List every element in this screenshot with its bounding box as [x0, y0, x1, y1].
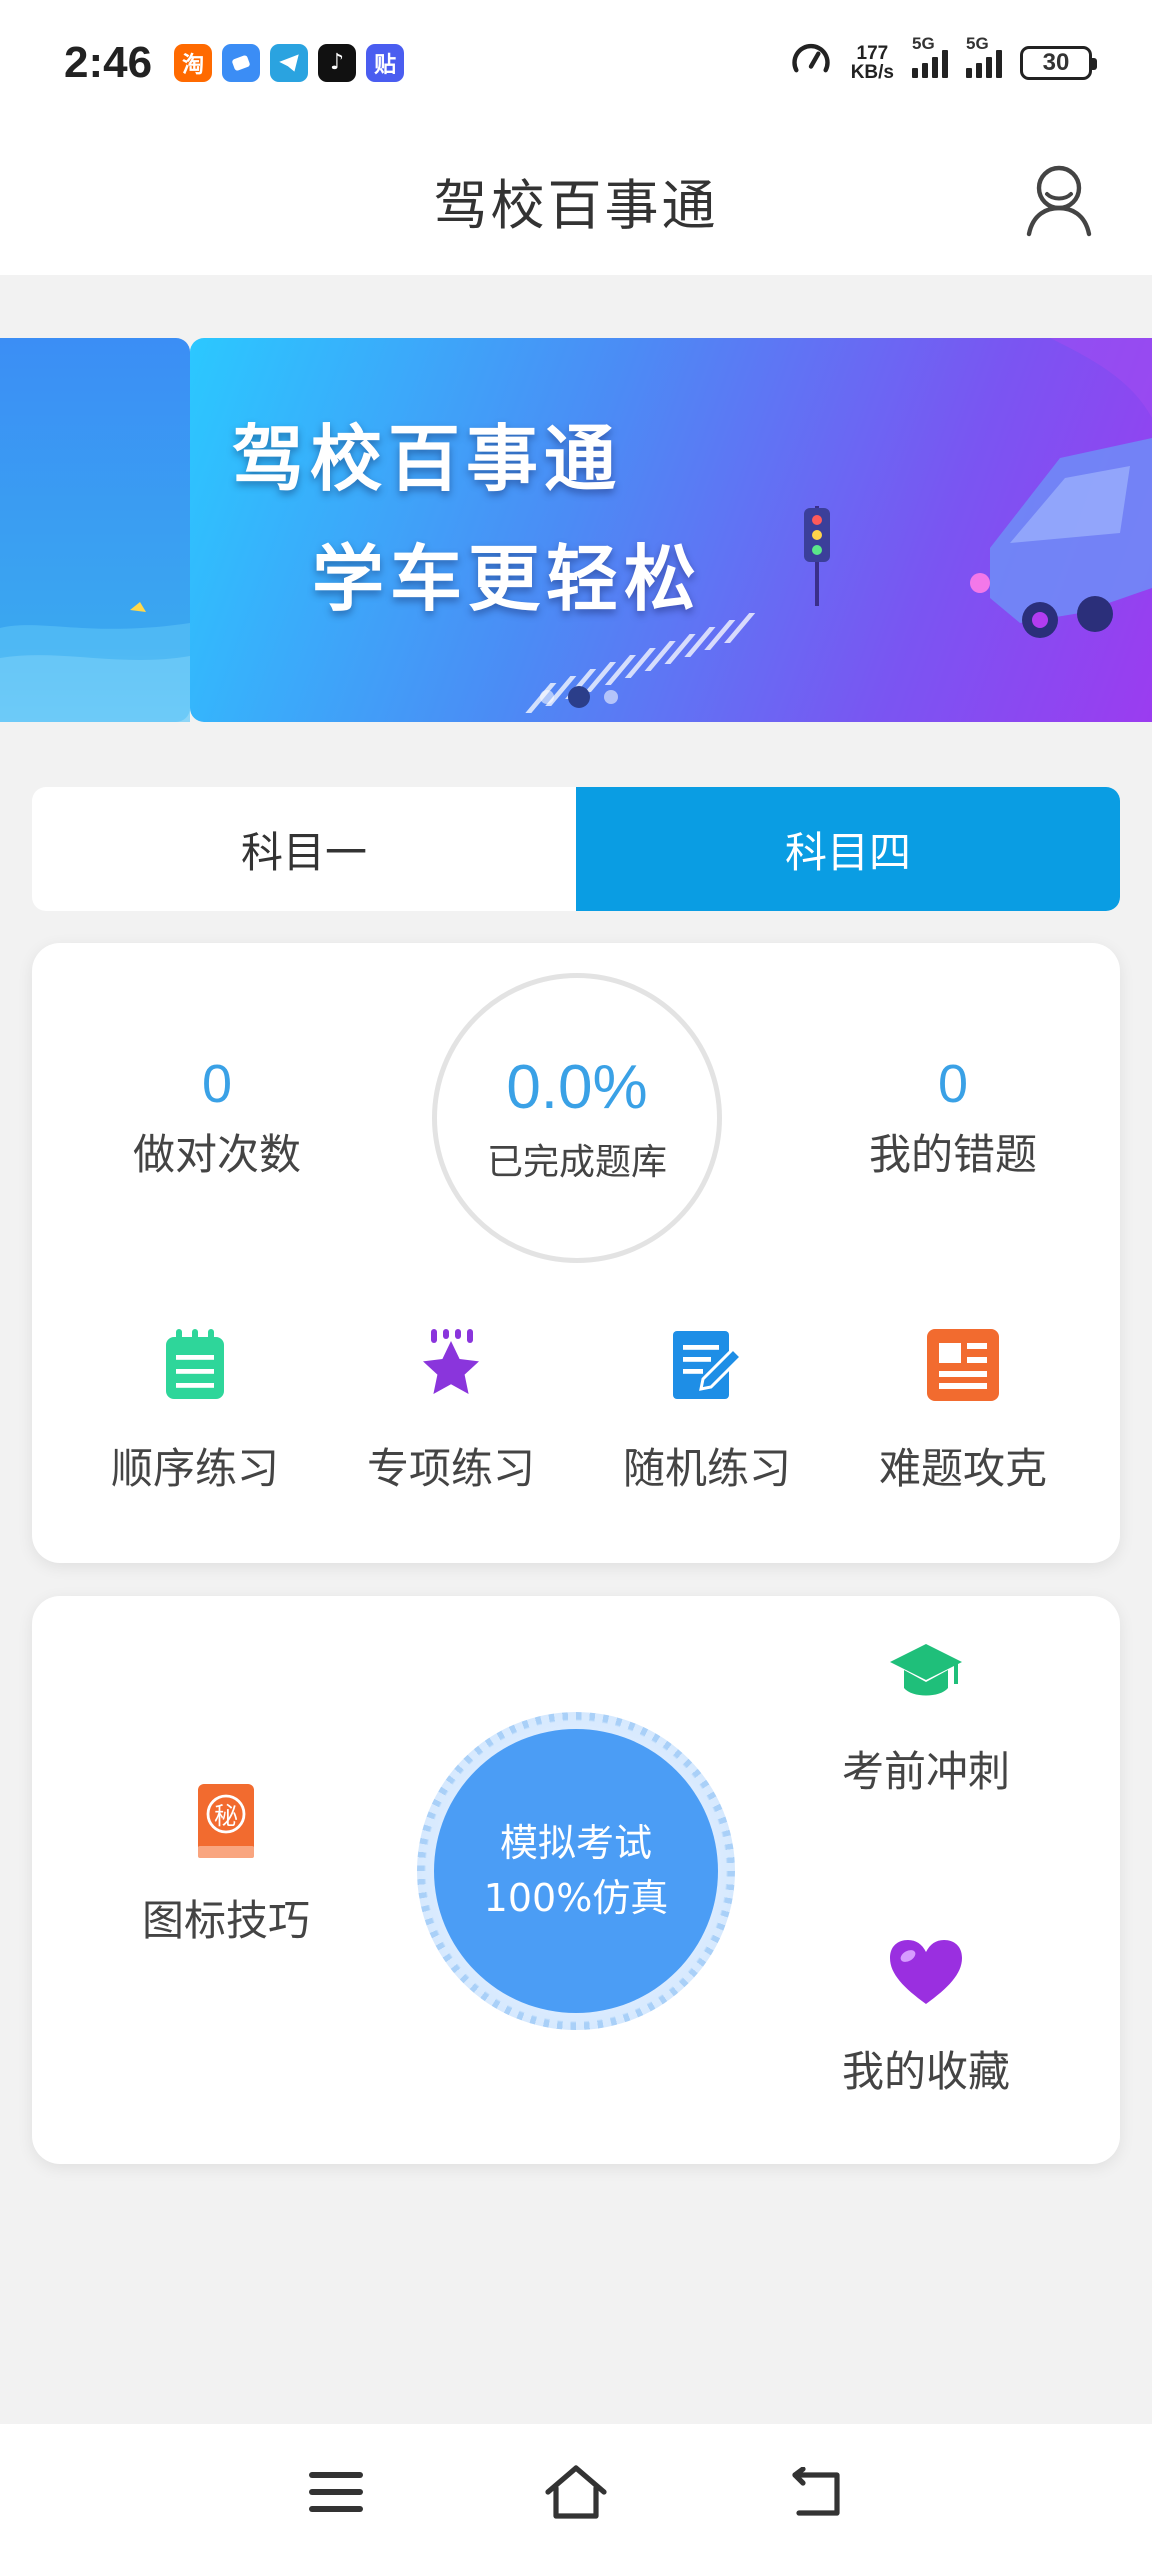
tab-subject-one[interactable]: 科目一	[32, 787, 576, 911]
progress-value: 0.0%	[506, 1052, 648, 1122]
user-icon	[1026, 165, 1092, 237]
mock-exam-title: 模拟考试	[499, 1820, 652, 1865]
status-time: 2:46	[64, 37, 153, 87]
banner-carousel[interactable]: 驾校百事通 学车更轻松	[0, 338, 1152, 722]
sequential-practice-button[interactable]: 顺序练习	[67, 1325, 323, 1496]
signal-1-label: 5G	[912, 33, 935, 53]
icon-tips-label: 图标技巧	[142, 1896, 311, 1945]
secret-book-glyph: 秘	[214, 1802, 238, 1830]
hard-questions-label: 难题攻克	[878, 1444, 1047, 1493]
tiktok-icon: ♪	[318, 43, 357, 82]
icon-tips-button[interactable]: 秘 图标技巧	[142, 1781, 310, 1948]
mistakes-stat[interactable]: 0 我的错题	[828, 1053, 1078, 1182]
star-icon	[411, 1325, 491, 1405]
signal-2-icon: 5G	[966, 34, 1002, 78]
system-nav-bar	[0, 2424, 1152, 2560]
mock-exam-subtitle: 100%仿真	[483, 1876, 669, 1920]
network-speed-value: 177	[856, 42, 889, 64]
banner-subheadline: 学车更轻松	[312, 537, 703, 621]
practice-card: 0 做对次数 0.0% 已完成题库 0 我的错题 顺序练习 专项练习 随机练习 …	[32, 943, 1120, 1563]
hard-questions-button[interactable]: 难题攻克	[835, 1325, 1091, 1496]
taobao-icon: 淘	[174, 43, 213, 82]
banner-slide-current[interactable]: 驾校百事通 学车更轻松	[190, 338, 1152, 722]
telegram-icon	[270, 43, 309, 82]
favorites-button[interactable]: 我的收藏	[842, 1932, 1010, 2099]
news-icon	[923, 1325, 1003, 1405]
practice-row: 顺序练习 专项练习 随机练习 难题攻克	[32, 1325, 1120, 1496]
correct-count-label: 做对次数	[132, 1130, 301, 1179]
back-button[interactable]	[781, 2457, 851, 2527]
subject-tabs: 科目一 科目四	[32, 787, 1120, 911]
edit-doc-icon	[667, 1325, 747, 1405]
status-indicators: 177 KB/s 5G 5G 30	[789, 34, 1097, 87]
network-speed: 177 KB/s	[851, 44, 894, 82]
mistakes-count-value: 0	[937, 1054, 969, 1114]
profile-button[interactable]	[1014, 155, 1104, 245]
status-bar: 2:46 淘 ♪ 贴 177 KB/s 5G 5G 30	[0, 0, 1152, 125]
speedometer-icon	[789, 39, 833, 87]
banner-headline: 驾校百事通	[232, 417, 623, 501]
status-app-icons: 淘 ♪ 贴	[174, 43, 405, 82]
progress-ring[interactable]: 0.0% 已完成题库	[432, 973, 722, 1263]
favorites-label: 我的收藏	[841, 2047, 1010, 2096]
topic-practice-button[interactable]: 专项练习	[323, 1325, 579, 1496]
app-header: 驾校百事通	[0, 125, 1152, 275]
network-speed-unit: KB/s	[850, 61, 894, 83]
correct-count-value: 0	[201, 1054, 233, 1114]
sequential-practice-label: 顺序练习	[110, 1444, 279, 1493]
random-practice-button[interactable]: 随机练习	[579, 1325, 835, 1496]
mock-exam-inner: 模拟考试 100%仿真	[434, 1729, 718, 2013]
notepad-icon	[155, 1325, 235, 1405]
signal-1-icon: 5G	[912, 34, 948, 78]
progress-label: 已完成题库	[486, 1141, 667, 1183]
tieba-icon: 贴	[366, 43, 405, 82]
menu-icon	[309, 2472, 363, 2512]
banner-dot-active[interactable]	[568, 686, 590, 708]
banner-dot[interactable]	[604, 690, 618, 704]
banner-dot[interactable]	[540, 690, 554, 704]
pre-exam-sprint-label: 考前冲刺	[841, 1747, 1010, 1796]
mock-exam-button[interactable]: 模拟考试 100%仿真	[417, 1712, 735, 2030]
home-button[interactable]	[541, 2457, 611, 2527]
pre-exam-sprint-button[interactable]: 考前冲刺	[842, 1632, 1010, 1799]
heart-icon	[886, 1932, 966, 2012]
graduation-cap-icon	[886, 1632, 966, 1712]
correct-count-stat[interactable]: 0 做对次数	[92, 1053, 342, 1182]
back-icon	[792, 2467, 840, 2516]
mistakes-label: 我的错题	[868, 1130, 1037, 1179]
menu-button[interactable]	[301, 2457, 371, 2527]
page-title: 驾校百事通	[433, 173, 719, 237]
home-icon	[545, 2465, 607, 2519]
signal-2-label: 5G	[966, 33, 989, 53]
battery-icon: 30	[1020, 45, 1097, 80]
banner-slide-previous[interactable]	[0, 338, 190, 722]
secret-book-icon: 秘	[186, 1781, 266, 1861]
banner-pagination	[540, 686, 618, 708]
browser-icon	[222, 43, 261, 82]
exam-card: 秘 图标技巧 模拟考试 100%仿真 考前冲刺 我的收藏	[32, 1596, 1120, 2164]
topic-practice-label: 专项练习	[366, 1444, 535, 1493]
random-practice-label: 随机练习	[622, 1444, 791, 1493]
tab-subject-four[interactable]: 科目四	[576, 787, 1120, 911]
